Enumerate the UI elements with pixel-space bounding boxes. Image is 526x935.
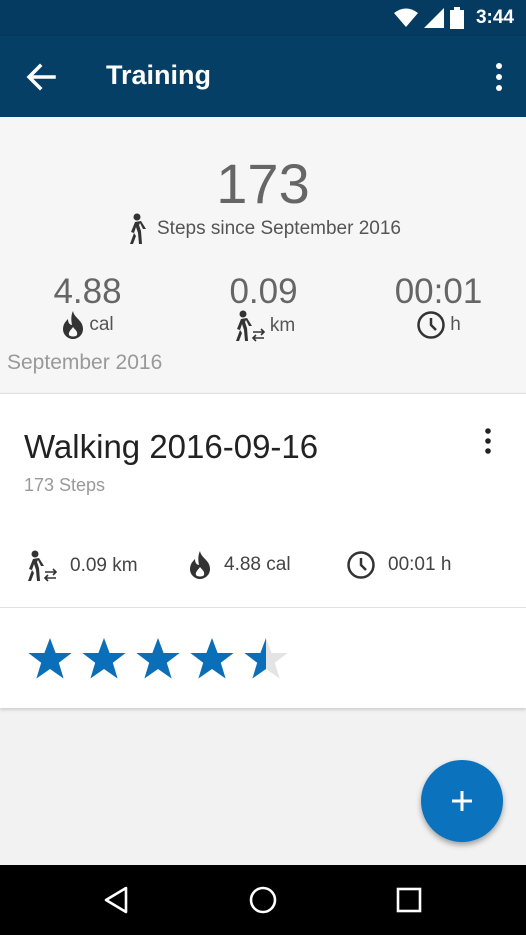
summary-panel: 173 Steps since September 2016 4.88 cal … [0, 117, 526, 392]
entry-duration: 00:01 h [388, 554, 452, 575]
entry-more-icon[interactable] [484, 428, 492, 454]
entry-steps: 173 Steps [24, 475, 106, 495]
status-bar: 3:44 [0, 0, 526, 36]
distance-value: 0.09 [229, 272, 298, 311]
calories-metric: 4.88 cal [0, 272, 175, 340]
star-icon[interactable] [242, 636, 290, 682]
plus-icon [452, 791, 472, 811]
calories-value: 4.88 [53, 272, 122, 311]
app-bar: Training [0, 36, 526, 117]
entry-calories: 4.88 cal [224, 554, 291, 575]
total-steps: 173 [216, 152, 310, 215]
distance-unit: km [269, 315, 296, 336]
star-icon[interactable] [26, 636, 74, 682]
wifi-icon [393, 8, 418, 27]
walking-distance-icon [235, 310, 265, 342]
entry-stats: 0.09 km 4.88 cal 00:01 h [0, 550, 526, 586]
star-icon[interactable] [188, 636, 236, 682]
duration-unit: h [450, 314, 461, 335]
status-icons: 3:44 [393, 6, 514, 30]
flame-icon [190, 551, 210, 579]
add-training-button[interactable] [421, 760, 503, 842]
nav-back-icon[interactable] [102, 885, 132, 915]
training-entry-card[interactable]: Walking 2016-09-16 173 Steps 0.09 km 4.8… [0, 393, 526, 608]
month-label: September 2016 [7, 351, 163, 374]
signal-icon [423, 8, 444, 28]
battery-icon [449, 7, 464, 29]
flame-icon [63, 311, 84, 339]
calories-unit: cal [89, 314, 114, 335]
entry-duration-stat: 00:01 h [346, 550, 451, 580]
status-time: 3:44 [475, 7, 514, 28]
system-nav-bar [0, 865, 526, 935]
entry-title: Walking 2016-09-16 [24, 428, 319, 465]
nav-recents-icon[interactable] [394, 885, 424, 915]
steps-caption-row: Steps since September 2016 [0, 213, 526, 245]
more-vert-icon[interactable] [494, 62, 504, 92]
duration-metric: 00:01 h [351, 272, 526, 340]
entry-distance: 0.09 km [70, 555, 138, 576]
entry-distance-stat: 0.09 km [24, 550, 138, 582]
duration-value: 00:01 [394, 272, 483, 311]
walking-icon [130, 213, 146, 244]
star-icon[interactable] [134, 636, 182, 682]
steps-caption: Steps since September 2016 [157, 218, 401, 239]
back-arrow-icon[interactable] [26, 63, 56, 91]
walking-distance-icon [28, 550, 58, 582]
star-icon[interactable] [80, 636, 128, 682]
rating-card [0, 607, 526, 708]
distance-metric: 0.09 km [176, 272, 351, 342]
entry-calories-stat: 4.88 cal [188, 550, 291, 580]
clock-icon [417, 311, 445, 339]
nav-home-icon[interactable] [248, 885, 278, 915]
clock-icon [347, 551, 375, 579]
page-title: Training [106, 60, 212, 90]
rating-stars[interactable] [26, 636, 290, 682]
